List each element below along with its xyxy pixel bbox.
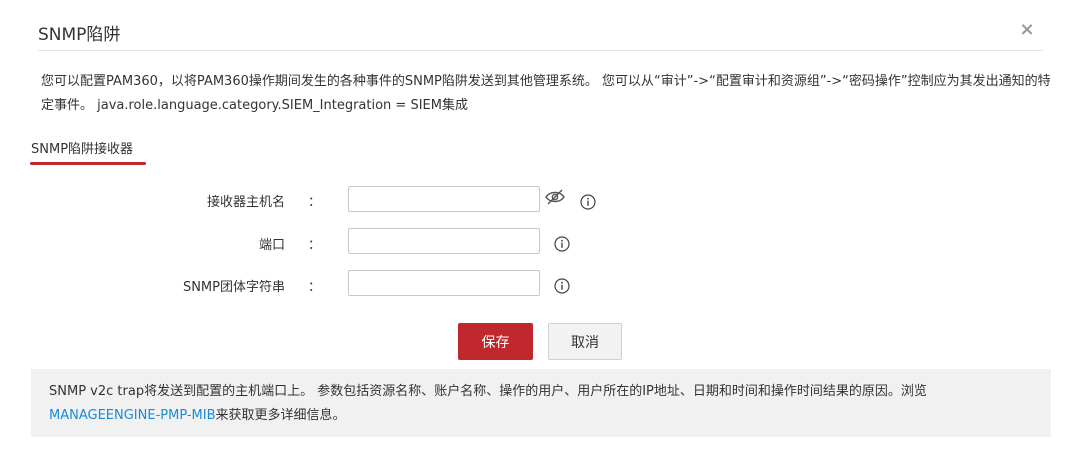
receiver-hostname-colon: ：	[308, 195, 322, 210]
note-text-after: 来获取更多详细信息。	[215, 408, 346, 423]
mib-link[interactable]: MANAGEENGINE-PMP-MIB	[49, 408, 216, 423]
receiver-hostname-label: 接收器主机名	[206, 195, 285, 210]
receiver-hostname-input[interactable]	[348, 186, 540, 212]
community-string-colon: ：	[308, 280, 322, 295]
info-note: SNMP v2c trap将发送到配置的主机端口上。 参数包括资源名称、账户名称…	[31, 369, 1051, 437]
community-string-input[interactable]	[348, 270, 540, 296]
community-string-info-icon[interactable]	[554, 278, 570, 294]
receiver-hostname-info-icon[interactable]	[580, 194, 596, 210]
close-icon[interactable]: ×	[1018, 19, 1036, 41]
port-input[interactable]	[348, 228, 540, 254]
title-divider	[38, 50, 1043, 51]
port-label: 端口	[258, 238, 285, 253]
port-colon: ：	[308, 238, 322, 253]
tab-snmp-trap-receiver[interactable]: SNMP陷阱接收器	[31, 138, 133, 157]
active-tab-indicator	[30, 162, 146, 165]
note-text: SNMP v2c trap将发送到配置的主机端口上。 参数包括资源名称、账户名称…	[49, 384, 927, 399]
save-button[interactable]: 保存	[458, 323, 533, 360]
description-text: 您可以配置PAM360，以将PAM360操作期间发生的各种事件的SNMP陷阱发送…	[41, 74, 1051, 113]
snmp-trap-dialog: SNMP陷阱 × 您可以配置PAM360，以将PAM360操作期间发生的各种事件…	[0, 0, 1076, 457]
hide-password-icon[interactable]	[545, 189, 565, 205]
cancel-button[interactable]: 取消	[548, 323, 622, 360]
port-info-icon[interactable]	[554, 236, 570, 252]
dialog-title: SNMP陷阱	[38, 25, 121, 45]
community-string-label: SNMP团体字符串	[182, 280, 285, 295]
